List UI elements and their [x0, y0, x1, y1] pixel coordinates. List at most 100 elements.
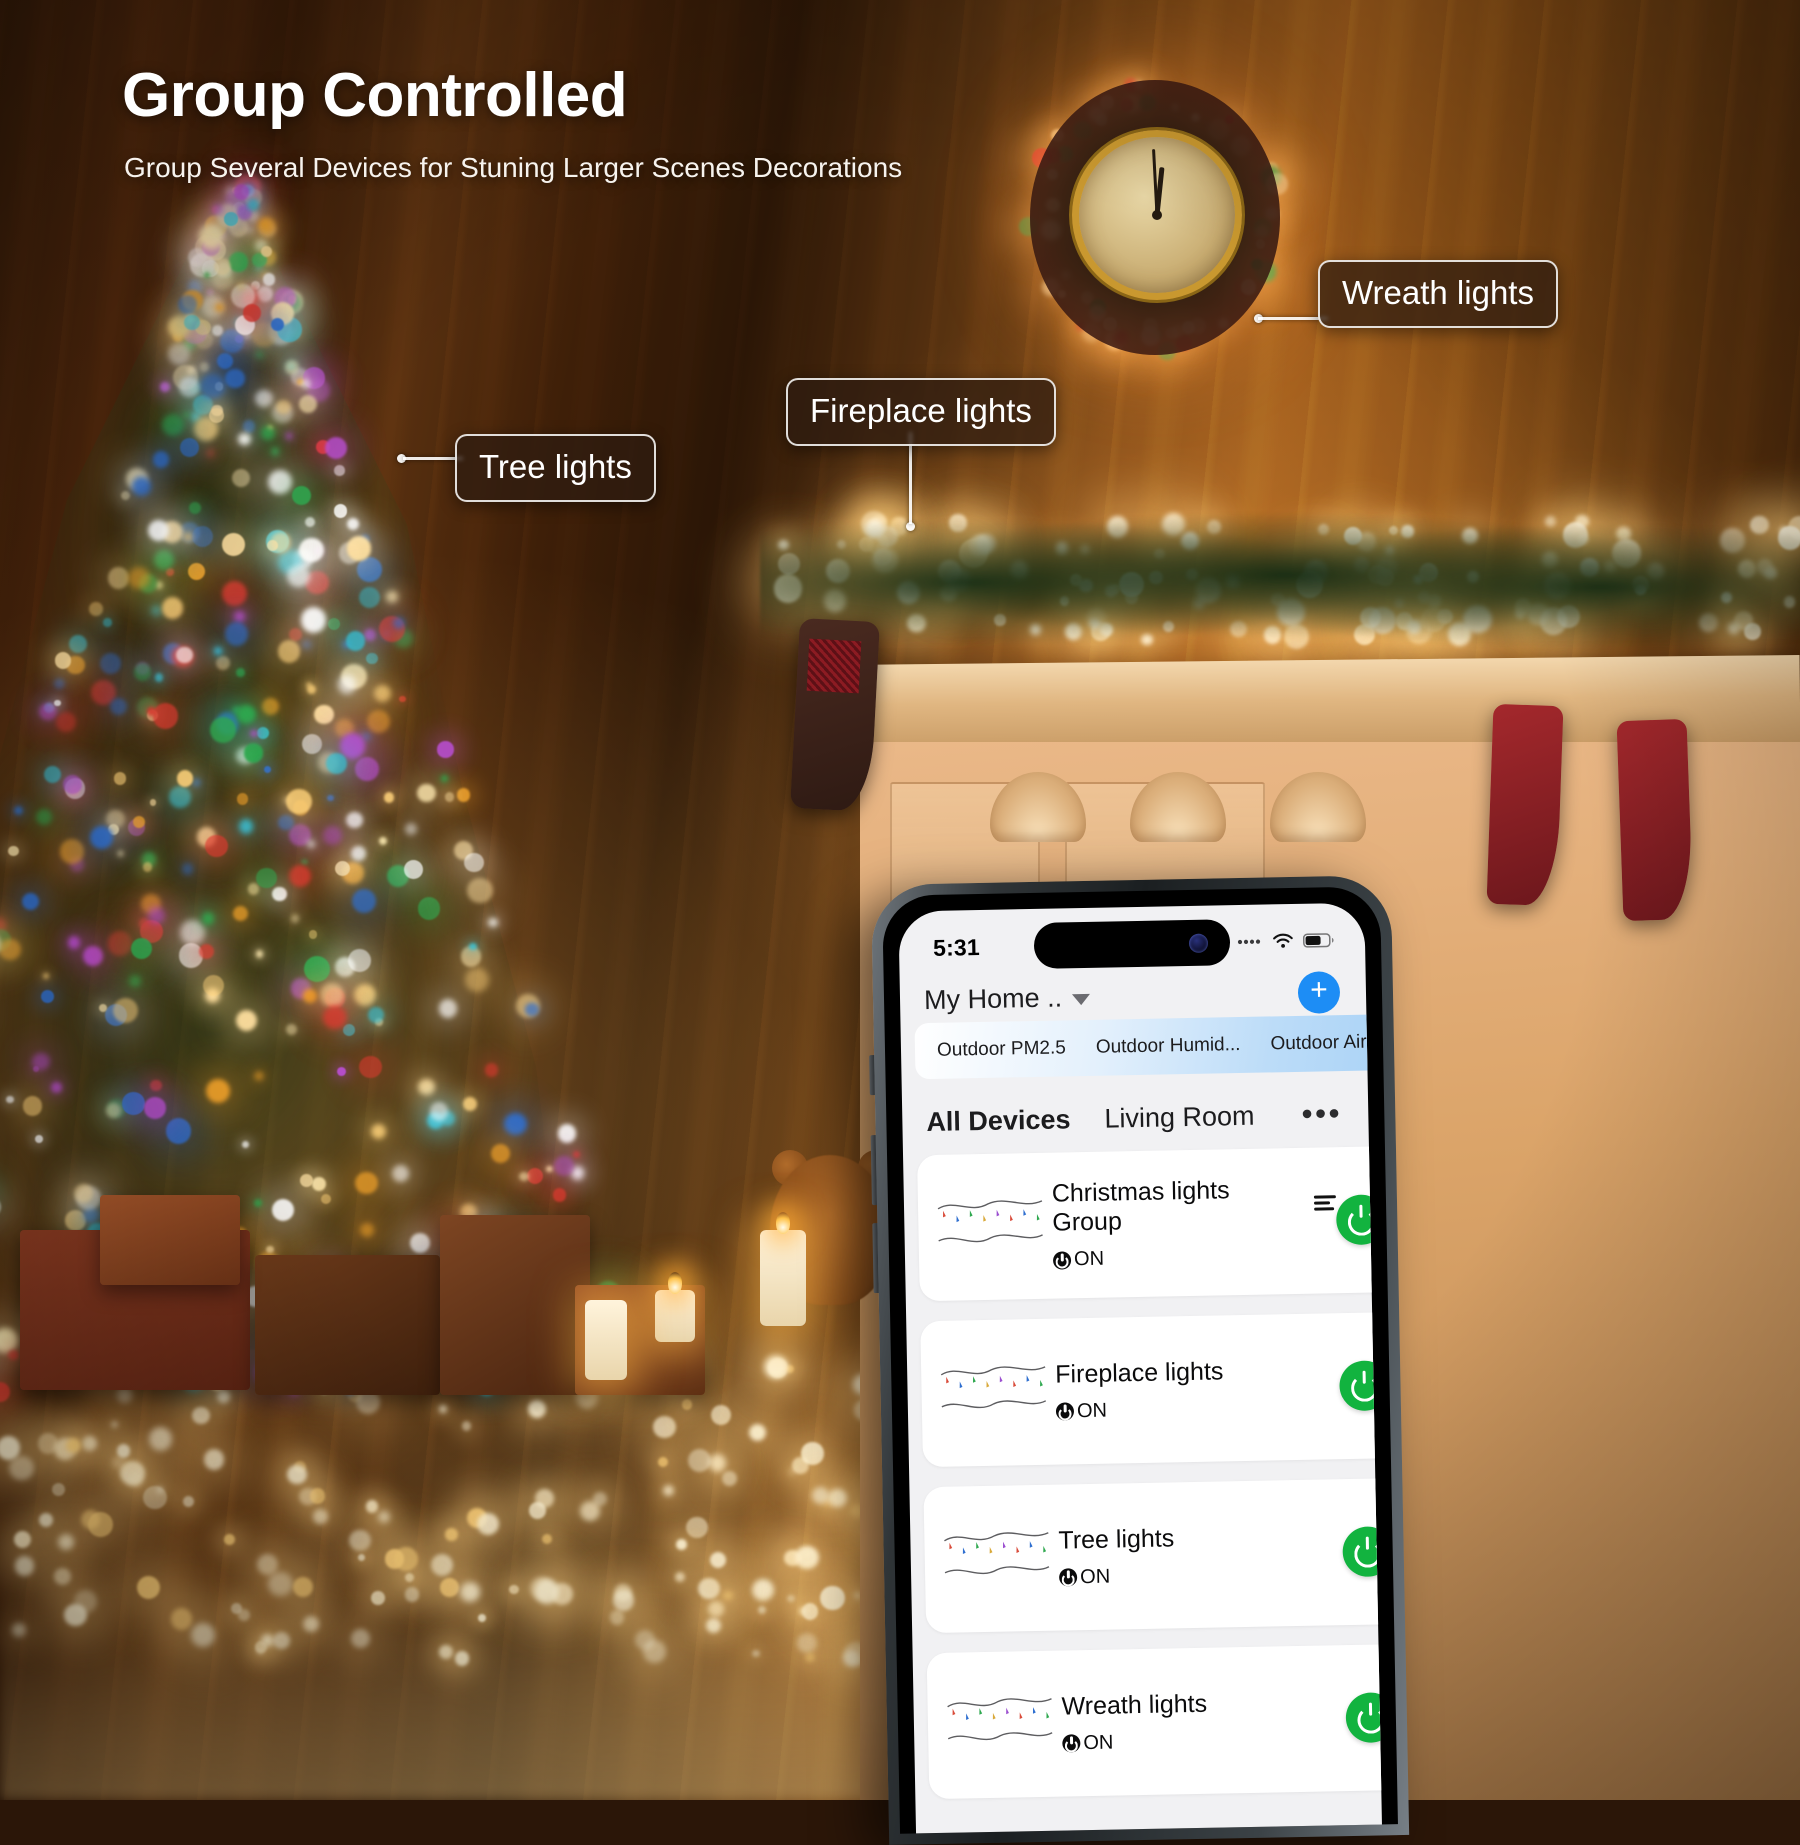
smartphone-mockup: 5:31 My Home .. + Outdoor PM2.5 Outdoor …: [869, 875, 1410, 1845]
fireplace-shell-ornament: [1270, 772, 1366, 842]
floor-light-bokeh: [120, 1460, 145, 1485]
phone-screen: 5:31 My Home .. + Outdoor PM2.5 Outdoor …: [898, 902, 1382, 1834]
power-toggle-button[interactable]: [1339, 1360, 1382, 1412]
power-state-icon: [1062, 1734, 1081, 1753]
status-bar-clock: 5:31: [932, 933, 981, 961]
floor-light-bokeh: [116, 1444, 131, 1459]
floor-light-bokeh: [786, 1365, 795, 1374]
power-toggle-button[interactable]: [1345, 1692, 1382, 1744]
add-device-button[interactable]: +: [1297, 971, 1341, 1014]
candle-flame: [776, 1212, 790, 1234]
floor-light-bokeh: [204, 1449, 225, 1470]
floor-light-bokeh: [657, 1456, 668, 1467]
device-info: Fireplace lights ON: [1049, 1355, 1340, 1424]
phone-bezel: 5:31 My Home .. + Outdoor PM2.5 Outdoor …: [882, 886, 1398, 1834]
floor-light-bokeh: [37, 1433, 58, 1454]
device-status: ON: [1052, 1243, 1337, 1271]
clock-center-pin: [1152, 210, 1162, 220]
device-status-label: ON: [1073, 1247, 1105, 1271]
home-name-label: My Home ..: [923, 981, 1063, 1015]
tree-light-bokeh: [525, 1002, 539, 1017]
floor-light-bokeh: [688, 1449, 711, 1472]
device-status-label: ON: [1079, 1565, 1111, 1588]
page-subtitle: Group Several Devices for Stuning Larger…: [124, 152, 903, 183]
floor-light-bokeh: [528, 1400, 547, 1418]
device-name: Tree lights: [1058, 1521, 1343, 1555]
votive-candle: [655, 1290, 695, 1342]
power-state-icon: [1052, 1250, 1072, 1270]
floor-light-bokeh: [653, 1415, 676, 1438]
room-tabs: All Devices Living Room •••: [902, 1085, 1369, 1152]
power-state-icon: [1058, 1568, 1078, 1587]
string-lights-icon: [940, 1519, 1053, 1617]
floor-light-bokeh: [763, 1355, 788, 1380]
callout-wreath-lights: Wreath lights: [1318, 260, 1558, 328]
device-status-label: ON: [1083, 1731, 1114, 1754]
device-status: ON: [1062, 1727, 1346, 1755]
floor-light-bokeh: [65, 1438, 81, 1454]
device-card[interactable]: Tree lights ON: [923, 1477, 1382, 1634]
home-selector[interactable]: My Home ..: [924, 981, 1091, 1015]
pillar-candle: [760, 1230, 806, 1326]
weather-item-pressure[interactable]: Outdoor Air Pr...: [1270, 1031, 1382, 1056]
floor-light-bokeh: [148, 1427, 173, 1451]
device-status: ON: [1055, 1395, 1340, 1423]
phone-frame: 5:31 My Home .. + Outdoor PM2.5 Outdoor …: [870, 875, 1410, 1845]
tree-light-bokeh: [554, 1156, 574, 1176]
weather-item-pm25[interactable]: Outdoor PM2.5: [937, 1037, 1066, 1061]
cellular-signal-icon: [1237, 939, 1261, 945]
floor-light-bokeh: [0, 1436, 21, 1460]
gift-box: [100, 1195, 240, 1285]
wreath-clock-face: [1072, 130, 1242, 300]
device-info: Tree lights ON: [1052, 1521, 1343, 1590]
string-lights-icon: [934, 1187, 1047, 1285]
group-list-icon: [1313, 1195, 1337, 1211]
mantel-garland: [760, 500, 1800, 650]
power-state-icon: [1055, 1402, 1075, 1421]
floor-light-bokeh: [9, 1455, 35, 1481]
tree-light-bokeh: [0, 1381, 11, 1403]
string-lights-icon: [943, 1685, 1056, 1782]
device-name: Christmas lights Group: [1052, 1174, 1337, 1237]
more-options-button[interactable]: •••: [1301, 1097, 1342, 1132]
outdoor-sensor-strip[interactable]: Outdoor PM2.5 Outdoor Humid... Outdoor A…: [914, 1013, 1382, 1080]
floor-light-bokeh: [722, 1471, 738, 1487]
floor-light-bokeh: [128, 1473, 142, 1487]
device-card[interactable]: Christmas lights Group ON: [917, 1145, 1382, 1302]
floor-light-bokeh: [155, 1485, 165, 1495]
device-list[interactable]: Christmas lights Group ON Fireplace lights…: [917, 1145, 1382, 1833]
dynamic-island: [1033, 919, 1231, 969]
tree-light-bokeh: [245, 189, 262, 206]
floor-light-bokeh: [788, 1467, 797, 1476]
candle-flame: [668, 1272, 682, 1294]
power-toggle-button[interactable]: [1342, 1526, 1382, 1578]
tab-all-devices[interactable]: All Devices: [926, 1104, 1071, 1138]
floor-light-bokeh: [748, 1424, 766, 1442]
floor-light-bokeh: [461, 1421, 472, 1431]
device-name-label: Christmas lights Group: [1051, 1176, 1230, 1237]
stocking-red-right: [1616, 718, 1694, 922]
floor-light-bokeh: [112, 1455, 126, 1469]
floor-light-bokeh: [293, 1461, 306, 1474]
device-name-label: Wreath lights: [1061, 1689, 1208, 1721]
battery-icon: [1302, 933, 1334, 948]
power-toggle-button[interactable]: [1335, 1194, 1382, 1246]
status-bar-icons: [1237, 932, 1335, 951]
weather-item-humidity[interactable]: Outdoor Humid...: [1096, 1034, 1241, 1059]
floor-light-bokeh: [711, 1404, 732, 1425]
callout-leader-tree: [403, 457, 463, 460]
floor-light-bokeh: [681, 1399, 693, 1410]
lantern-candle: [585, 1300, 627, 1380]
floor-light-bokeh: [287, 1465, 307, 1485]
device-card[interactable]: Wreath lights ON: [926, 1643, 1382, 1800]
tree-light-bokeh: [242, 185, 254, 197]
string-lights-icon: [937, 1353, 1050, 1451]
tree-light-bokeh: [552, 1188, 567, 1202]
device-card[interactable]: Fireplace lights ON: [920, 1311, 1382, 1468]
floor-light-bokeh: [801, 1442, 824, 1465]
floor-light-bokeh: [767, 1357, 789, 1378]
device-name: Wreath lights: [1061, 1687, 1346, 1721]
floor-light-bokeh: [192, 1406, 211, 1425]
tab-living-room[interactable]: Living Room: [1104, 1100, 1255, 1134]
callout-tree-lights: Tree lights: [455, 434, 656, 502]
